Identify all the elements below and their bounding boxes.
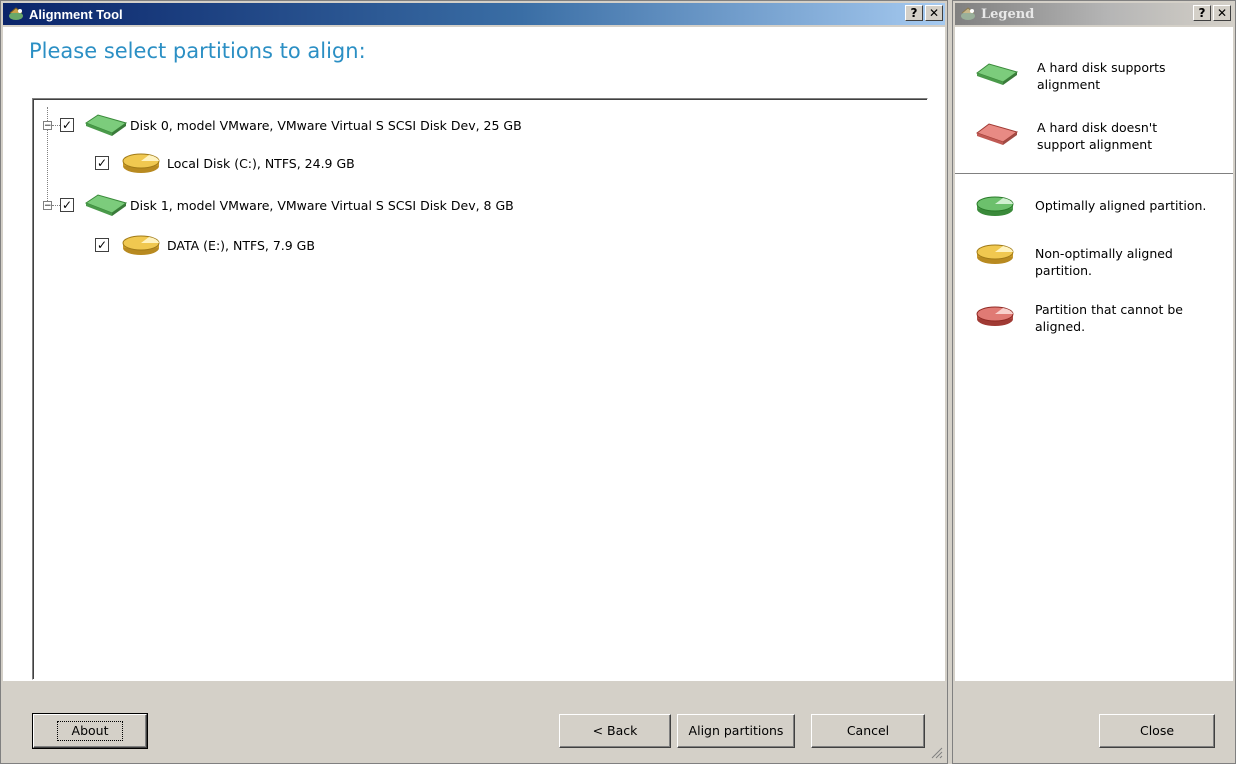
legend-text-disk-supports: A hard disk supports alignment: [1037, 60, 1166, 92]
collapse-icon[interactable]: −: [43, 120, 52, 130]
alignment-tool-window: Alignment Tool ? ✕ Please select partiti…: [0, 0, 948, 764]
legend-text-cannot-align: Partition that cannot be aligned.: [1035, 302, 1183, 334]
green-disk-icon: [84, 114, 128, 136]
close-button[interactable]: Close: [1099, 714, 1215, 748]
partition-c-checkbox[interactable]: ✓: [95, 156, 109, 170]
green-partition-icon: [976, 196, 1014, 216]
page-title: Please select partitions to align:: [29, 39, 366, 63]
yellow-partition-icon: [122, 153, 160, 173]
green-disk-icon: [975, 63, 1019, 85]
legend-separator: [955, 173, 1233, 175]
tree-row-disk-0[interactable]: − ✓ Disk 0, model VMware, VMware Virtual…: [43, 113, 522, 137]
legend-window: Legend ? ✕ A hard disk supports alignmen…: [952, 0, 1236, 764]
cancel-button[interactable]: Cancel: [811, 714, 925, 748]
partition-e-label: DATA (E:), NTFS, 7.9 GB: [167, 237, 315, 253]
partition-c-label: Local Disk (C:), NTFS, 24.9 GB: [167, 155, 355, 171]
yellow-partition-icon: [122, 235, 160, 255]
red-disk-icon: [975, 123, 1019, 145]
collapse-icon[interactable]: −: [43, 200, 52, 210]
help-button[interactable]: ?: [905, 5, 923, 21]
legend-item-disk-supports: A hard disk supports alignment: [975, 60, 1207, 93]
tree-row-disk-1[interactable]: − ✓ Disk 1, model VMware, VMware Virtual…: [43, 193, 514, 217]
green-disk-icon: [84, 194, 128, 216]
app-icon: [961, 7, 975, 20]
partition-tree[interactable]: − ✓ Disk 0, model VMware, VMware Virtual…: [32, 98, 928, 680]
disk-0-label: Disk 0, model VMware, VMware Virtual S S…: [130, 117, 522, 133]
main-title-bar[interactable]: Alignment Tool ? ✕: [3, 3, 945, 25]
legend-text-optimal: Optimally aligned partition.: [1035, 198, 1207, 213]
tree-connector: [52, 204, 60, 206]
legend-title-bar[interactable]: Legend ? ✕: [955, 3, 1233, 25]
disk-1-label: Disk 1, model VMware, VMware Virtual S S…: [130, 197, 514, 213]
legend-item-non-optimal: Non-optimally aligned partition.: [973, 241, 1205, 279]
legend-window-title: Legend: [981, 6, 1035, 22]
resize-grip-icon[interactable]: [929, 745, 943, 759]
legend-content: A hard disk supports alignment A hard di…: [955, 27, 1233, 681]
tree-connector: [52, 124, 60, 126]
legend-text-disk-not-supports: A hard disk doesn't support alignment: [1037, 120, 1158, 152]
close-icon[interactable]: ✕: [1213, 5, 1231, 21]
red-partition-icon: [976, 306, 1014, 326]
disk-0-checkbox[interactable]: ✓: [60, 118, 74, 132]
about-label: About: [56, 721, 124, 741]
disk-1-checkbox[interactable]: ✓: [60, 198, 74, 212]
tree-row-partition-e[interactable]: ✓ DATA (E:), NTFS, 7.9 GB: [95, 233, 315, 257]
legend-text-non-optimal: Non-optimally aligned partition.: [1035, 246, 1173, 278]
help-button[interactable]: ?: [1193, 5, 1211, 21]
partition-e-checkbox[interactable]: ✓: [95, 238, 109, 252]
legend-item-disk-not-supports: A hard disk doesn't support alignment: [975, 120, 1207, 153]
tree-row-partition-c[interactable]: ✓ Local Disk (C:), NTFS, 24.9 GB: [95, 151, 355, 175]
main-window-title: Alignment Tool: [29, 6, 123, 22]
align-partitions-button[interactable]: Align partitions: [677, 714, 795, 748]
close-icon[interactable]: ✕: [925, 5, 943, 21]
about-button[interactable]: About: [32, 713, 148, 749]
legend-item-optimal: Optimally aligned partition.: [973, 193, 1225, 219]
legend-item-cannot-align: Partition that cannot be aligned.: [973, 302, 1205, 335]
app-icon: [9, 7, 23, 20]
yellow-partition-icon: [976, 244, 1014, 264]
back-button[interactable]: < Back: [559, 714, 671, 748]
